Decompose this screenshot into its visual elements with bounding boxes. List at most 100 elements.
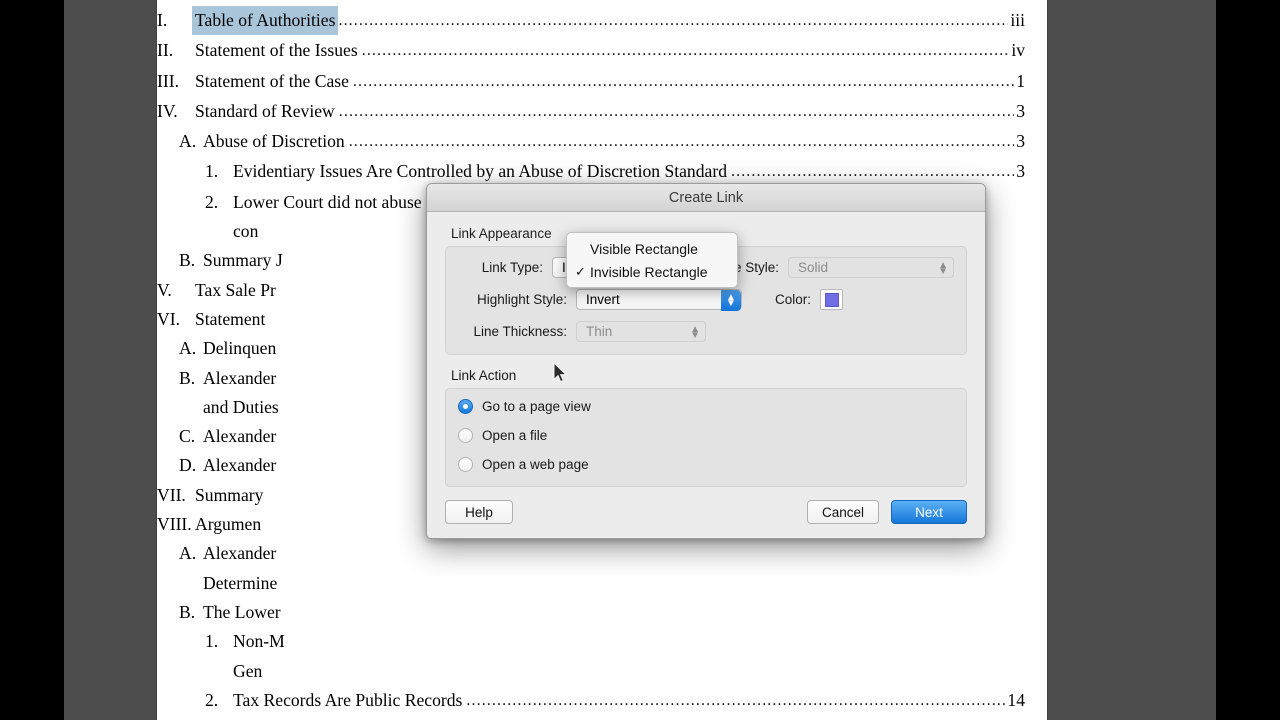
link-action-label: Link Action xyxy=(451,368,517,383)
toc-entry[interactable]: IV. Standard of Review...................… xyxy=(157,97,1025,127)
link-action-option[interactable]: Go to a page view xyxy=(458,399,954,414)
toc-entry[interactable]: 1. Non-M xyxy=(157,627,1025,656)
help-button[interactable]: Help xyxy=(445,500,513,524)
toc-page-number: iii xyxy=(1010,10,1025,30)
toc-entry-title[interactable]: Summary xyxy=(195,481,267,510)
toc-entry-number: C. xyxy=(179,426,196,447)
toc-entry[interactable]: 2. Tax Records Are Public Records........… xyxy=(157,686,1025,716)
link-type-menu-item-label: Visible Rectangle xyxy=(590,240,698,257)
toc-entry-title-selected[interactable]: Table of Authorities xyxy=(192,6,339,36)
dialog-title: Create Link xyxy=(668,189,744,206)
toc-entry[interactable]: I. Table of Authorities..................… xyxy=(157,6,1025,36)
toc-entry-number: 1. xyxy=(205,631,219,652)
toc-entry-number: VI. xyxy=(157,308,180,329)
toc-leader-dots: ........................................… xyxy=(361,42,1010,60)
toc-entry-number: IV. xyxy=(157,100,178,121)
toc-entry-title[interactable]: Non-M xyxy=(233,627,289,656)
toc-entry[interactable]: II. Statement of the Issues..............… xyxy=(157,36,1025,66)
chevron-updown-icon: ▲▼ xyxy=(690,323,700,341)
link-action-option-label: Open a web page xyxy=(482,457,589,472)
link-action-option-label: Go to a page view xyxy=(482,399,591,414)
toc-entry-title[interactable]: Summary J xyxy=(203,246,287,275)
toc-entry-number: B. xyxy=(179,601,196,622)
toc-leader-dots: ........................................… xyxy=(338,12,1008,29)
line-thickness-label: Line Thickness: xyxy=(473,324,567,339)
toc-entry-title[interactable]: The Lower xyxy=(203,598,285,627)
highlight-style-value: Invert xyxy=(586,292,620,307)
toc-entry-title[interactable]: Tax Records Are Public Records xyxy=(233,686,466,715)
toc-entry-title[interactable]: Determine xyxy=(203,569,281,598)
dialog-titlebar[interactable]: Create Link xyxy=(427,184,985,212)
link-action-option-label: Open a file xyxy=(482,428,548,443)
dialog-footer: Help Cancel Next xyxy=(445,487,967,538)
link-type-menu-item[interactable]: ✓ Invisible Rectangle xyxy=(567,260,737,283)
toc-entry-number: II. xyxy=(157,40,174,61)
toc-leader-dots: ........................................… xyxy=(338,102,1014,120)
toc-entry[interactable]: 3.Alexander Offers No Admissible Evidenc… xyxy=(157,716,1025,720)
toc-page-number: 1 xyxy=(1016,70,1025,91)
toc-entry-title[interactable]: con xyxy=(233,217,262,246)
line-thickness-value: Thin xyxy=(586,324,613,339)
radio-button-icon[interactable] xyxy=(458,399,473,414)
toc-entry-number: I. xyxy=(157,10,168,30)
screen: I. Table of Authorities..................… xyxy=(0,0,1280,720)
toc-entry-title[interactable]: Alexander xyxy=(203,422,280,451)
link-type-label: Link Type: xyxy=(481,260,544,275)
highlight-style-label: Highlight Style: xyxy=(476,292,567,307)
next-button[interactable]: Next xyxy=(891,500,967,524)
toc-entry-number: VII. xyxy=(157,484,186,505)
toc-entry-title[interactable]: Delinquen xyxy=(203,334,280,363)
toc-entry-number: B. xyxy=(179,367,196,388)
toc-entry-title[interactable]: Standard of Review xyxy=(195,97,339,126)
radio-button-icon[interactable] xyxy=(458,428,473,443)
toc-entry[interactable]: Gen xyxy=(157,657,1025,686)
toc-entry[interactable]: III. Statement of the Case...............… xyxy=(157,67,1025,97)
color-cell: Color: xyxy=(762,289,843,310)
chevron-updown-icon: ▲▼ xyxy=(938,259,948,277)
link-action-group: Go to a page view Open a file Open a web p… xyxy=(445,388,967,487)
toc-entry-number: D. xyxy=(179,455,197,476)
toc-entry-title[interactable]: Tax Sale Pr xyxy=(195,276,280,305)
toc-entry-title[interactable]: Statement of the Case xyxy=(195,67,353,96)
toc-entry-title[interactable]: Statement xyxy=(195,305,269,334)
line-style-select: Solid ▲ ▼ xyxy=(788,257,954,278)
radio-button-icon[interactable] xyxy=(458,457,473,472)
line-style-value: Solid xyxy=(798,260,829,275)
toc-entry-number: A. xyxy=(179,338,197,359)
toc-entry-title[interactable]: Gen xyxy=(233,657,266,686)
toc-entry-title[interactable]: Abuse of Discretion xyxy=(203,127,349,156)
toc-entry-title[interactable]: Argumen xyxy=(195,510,265,539)
color-swatch-button[interactable] xyxy=(820,289,843,310)
cancel-button[interactable]: Cancel xyxy=(806,500,879,524)
link-type-dropdown-menu[interactable]: Visible Rectangle ✓ Invisible Rectangle xyxy=(566,232,738,288)
link-type-menu-item[interactable]: Visible Rectangle xyxy=(567,237,737,260)
toc-entry-title[interactable]: Statement of the Issues xyxy=(195,36,362,65)
toc-entry-title[interactable]: and Duties xyxy=(203,393,283,422)
toc-entry[interactable]: Determine xyxy=(157,569,1025,598)
line-thickness-row: Line Thickness: Thin ▲ ▼ xyxy=(458,321,954,342)
highlight-style-select[interactable]: Invert ▲ ▼ xyxy=(576,289,742,311)
toc-entry-title[interactable]: Alexander xyxy=(203,364,280,393)
toc-entry[interactable]: B. The Lower xyxy=(157,598,1025,627)
toc-entry[interactable]: A. Abuse of Discretion...................… xyxy=(157,127,1025,157)
toc-entry-number: A. xyxy=(179,543,197,564)
link-action-option[interactable]: Open a web page xyxy=(458,457,954,472)
toc-entry-title[interactable]: Alexander xyxy=(203,451,280,480)
line-thickness-select: Thin ▲ ▼ xyxy=(576,321,706,342)
link-action-option[interactable]: Open a file xyxy=(458,428,954,443)
toc-entry-number: B. xyxy=(179,250,196,271)
toc-entry[interactable]: A. Alexander xyxy=(157,539,1025,568)
create-link-dialog[interactable]: Create Link Link Appearance Link Type: I… xyxy=(426,183,986,539)
checkmark-icon: ✓ xyxy=(575,263,586,279)
toc-entry-number: 2. xyxy=(205,689,219,710)
toc-entry-number: VIII. xyxy=(157,514,192,535)
toc-entry-number: III. xyxy=(157,70,179,91)
toc-entry-title[interactable]: Alexander xyxy=(203,539,280,568)
link-type-menu-item-label: Invisible Rectangle xyxy=(590,263,708,280)
line-style-cell: Line Style: Solid ▲ ▼ xyxy=(702,257,954,278)
toc-entry-number: 2. xyxy=(205,191,219,212)
color-label: Color: xyxy=(774,292,811,307)
toc-leader-dots: ........................................… xyxy=(466,691,1006,709)
toc-entry-title[interactable]: Alexander Offers No Admissible Evidence … xyxy=(233,716,785,720)
toc-page-number: 14 xyxy=(1007,689,1025,710)
